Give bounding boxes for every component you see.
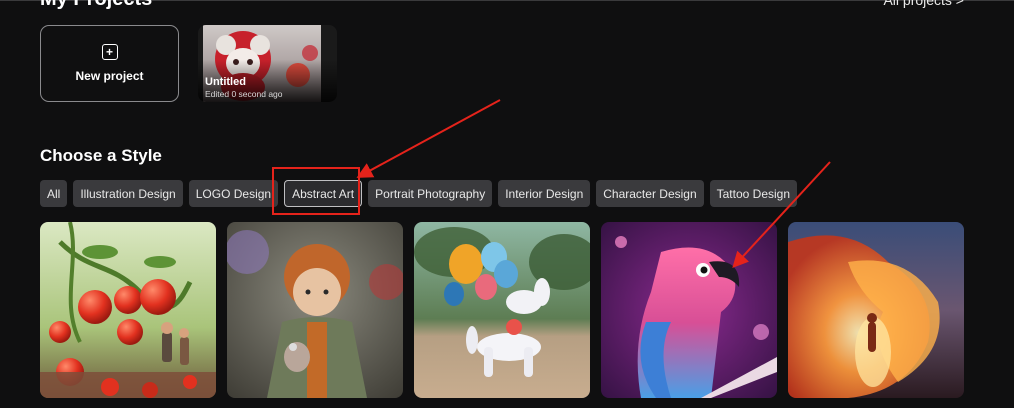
chip-tattoo-design[interactable]: Tattoo Design <box>709 180 798 207</box>
style-tile-3[interactable] <box>414 222 590 398</box>
flame-figure-image <box>788 222 964 398</box>
new-project-label: New project <box>75 69 144 83</box>
chip-portrait-photography[interactable]: Portrait Photography <box>368 180 493 207</box>
style-filter-bar: All Illustration Design LOGO Design Abst… <box>40 180 803 207</box>
arrow-to-abstract-art <box>356 99 501 178</box>
style-tile-1[interactable] <box>40 222 216 398</box>
project-card[interactable]: Untitled Edited 0 second ago <box>198 25 337 102</box>
project-name: Untitled <box>205 76 246 88</box>
chip-interior-design[interactable]: Interior Design <box>498 180 591 207</box>
knitted-doll-image <box>227 222 403 398</box>
tomato-garden-image <box>40 222 216 398</box>
chip-abstract-art[interactable]: Abstract Art <box>284 180 363 207</box>
balloon-dog-image <box>414 222 590 398</box>
style-tile-5[interactable] <box>788 222 964 398</box>
all-projects-link[interactable]: All projects > <box>883 0 964 8</box>
chip-logo-design[interactable]: LOGO Design <box>188 180 279 207</box>
chip-illustration-design[interactable]: Illustration Design <box>73 180 183 207</box>
chip-all[interactable]: All <box>40 180 68 207</box>
style-tile-4[interactable] <box>601 222 777 398</box>
plus-icon: + <box>101 44 118 60</box>
project-edited-time: Edited 0 second ago <box>205 89 283 99</box>
chip-character-design[interactable]: Character Design <box>596 180 704 207</box>
neon-parrot-image <box>601 222 777 398</box>
choose-style-title: Choose a Style <box>40 146 162 165</box>
my-projects-title: My Projects <box>40 0 152 11</box>
style-tile-2[interactable] <box>227 222 403 398</box>
new-project-button[interactable]: + New project <box>40 25 179 102</box>
